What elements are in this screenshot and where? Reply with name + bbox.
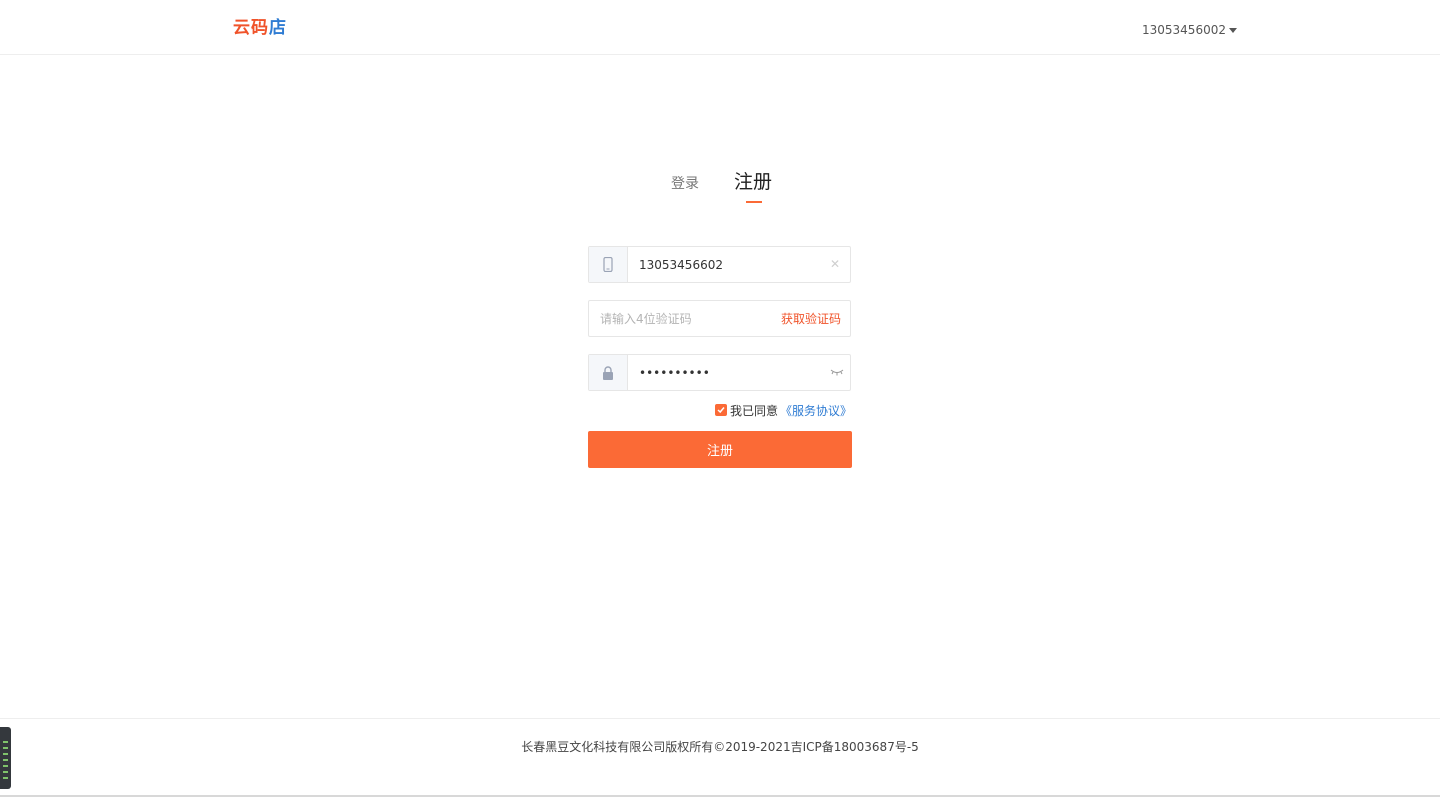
eye-closed-icon[interactable] — [830, 367, 844, 377]
lock-icon — [603, 365, 613, 380]
meter-bar — [3, 777, 8, 779]
agree-label: 我已同意 — [730, 403, 779, 418]
auth-tabs: 登录 注册 — [670, 166, 790, 206]
service-agreement-link[interactable]: 《服务协议》 — [780, 402, 852, 419]
clear-icon[interactable]: ✕ — [829, 258, 841, 270]
phone-input[interactable] — [639, 247, 829, 282]
side-meter-widget[interactable] — [0, 727, 11, 789]
meter-bar — [3, 747, 8, 749]
phone-field: ✕ — [588, 246, 851, 283]
register-button[interactable]: 注册 — [588, 431, 852, 468]
get-code-button[interactable]: 获取验证码 — [781, 310, 841, 327]
active-tab-indicator — [746, 201, 762, 203]
tab-register[interactable]: 注册 — [734, 167, 772, 194]
page-footer: 长春黑豆文化科技有限公司版权所有©2019-2021吉ICP备18003687号… — [0, 718, 1440, 797]
meter-bar — [3, 771, 8, 773]
logo-accent-text: 店 — [269, 18, 287, 38]
brand-logo[interactable]: 云码店 — [233, 17, 287, 39]
tab-login[interactable]: 登录 — [671, 173, 699, 193]
top-header: 云码店 13053456002 — [0, 0, 1440, 55]
user-account-menu[interactable]: 13053456002 — [1142, 22, 1237, 38]
password-prefix — [589, 355, 628, 390]
meter-bar — [3, 759, 8, 761]
meter-bar — [3, 765, 8, 767]
agree-checkbox[interactable] — [715, 404, 727, 416]
verification-code-input[interactable] — [600, 301, 775, 336]
logo-main-text: 云码 — [233, 18, 269, 38]
meter-bar — [3, 741, 8, 743]
password-input[interactable] — [639, 355, 829, 390]
phone-prefix — [589, 247, 628, 282]
footer-copyright: 长春黑豆文化科技有限公司版权所有©2019-2021吉ICP备18003687号… — [521, 740, 919, 754]
meter-bar — [3, 753, 8, 755]
caret-down-icon — [1228, 27, 1237, 33]
agreement-row: 我已同意 《服务协议》 — [715, 402, 852, 418]
user-phone-label: 13053456002 — [1142, 23, 1226, 37]
phone-icon — [603, 257, 613, 272]
password-field — [588, 354, 851, 391]
check-icon — [717, 407, 725, 414]
verification-code-field: 获取验证码 — [588, 300, 851, 337]
